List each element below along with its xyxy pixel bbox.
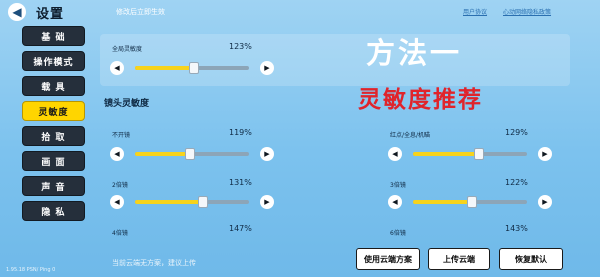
decrease-button[interactable]: ◀ bbox=[110, 195, 124, 209]
triangle-right-icon: ▶ bbox=[542, 198, 548, 206]
slider-value-red-dot: 129% bbox=[505, 128, 528, 137]
upload-cloud-button[interactable]: 上传云端 bbox=[428, 248, 490, 270]
sidebar-item-control-mode[interactable]: 操作模式 bbox=[22, 51, 85, 71]
decrease-button[interactable]: ◀ bbox=[388, 147, 402, 161]
sidebar-item-pickup[interactable]: 拾 取 bbox=[22, 126, 85, 146]
global-sensitivity-value: 123% bbox=[229, 42, 252, 51]
slider-thumb[interactable] bbox=[189, 62, 200, 74]
slider-track[interactable] bbox=[135, 196, 249, 208]
overlay-method-text: 方法一 bbox=[366, 36, 463, 70]
page-subtitle: 修改后立即生效 bbox=[116, 8, 165, 16]
user-agreement-link[interactable]: 用户协议 bbox=[463, 7, 487, 16]
slider-value-no-scope: 119% bbox=[229, 128, 252, 137]
slider-thumb[interactable] bbox=[184, 148, 195, 160]
use-cloud-plan-button[interactable]: 使用云端方案 bbox=[356, 248, 420, 270]
slider-label-6x: 6倍镜 bbox=[390, 230, 406, 237]
slider-track[interactable] bbox=[413, 148, 527, 160]
increase-button[interactable]: ▶ bbox=[260, 147, 274, 161]
slider-fill bbox=[413, 200, 473, 204]
triangle-right-icon: ▶ bbox=[264, 198, 270, 206]
slider-value-6x: 143% bbox=[505, 224, 528, 233]
slider-track[interactable] bbox=[135, 62, 249, 74]
slider-label-4x: 4倍镜 bbox=[112, 230, 128, 237]
triangle-left-icon: ◀ bbox=[114, 150, 120, 158]
section-title: 镜头灵敏度 bbox=[104, 99, 150, 109]
increase-button[interactable]: ▶ bbox=[538, 147, 552, 161]
triangle-left-icon: ◀ bbox=[114, 64, 120, 72]
global-sensitivity-slider[interactable]: ◀ ▶ bbox=[110, 61, 274, 75]
slider-thumb[interactable] bbox=[474, 148, 485, 160]
slider-label-red-dot: 红点/全息/机瞄 bbox=[390, 132, 431, 139]
scope-2x-slider[interactable]: ◀ ▶ bbox=[110, 195, 274, 209]
decrease-button[interactable]: ◀ bbox=[388, 195, 402, 209]
triangle-right-icon: ▶ bbox=[264, 150, 270, 158]
slider-fill bbox=[135, 66, 195, 70]
overlay-recommend-text: 灵敏度推荐 bbox=[358, 87, 483, 113]
slider-value-4x: 147% bbox=[229, 224, 252, 233]
sidebar-item-privacy[interactable]: 隐 私 bbox=[22, 201, 85, 221]
sidebar-item-graphics[interactable]: 画 面 bbox=[22, 151, 85, 171]
global-sensitivity-label: 全局灵敏度 bbox=[112, 46, 143, 53]
slider-fill bbox=[413, 152, 480, 156]
triangle-right-icon: ▶ bbox=[542, 150, 548, 158]
decrease-button[interactable]: ◀ bbox=[110, 147, 124, 161]
no-scope-slider[interactable]: ◀ ▶ bbox=[110, 147, 274, 161]
slider-thumb[interactable] bbox=[198, 196, 209, 208]
sidebar-item-basic[interactable]: 基 础 bbox=[22, 26, 85, 46]
triangle-left-icon: ◀ bbox=[392, 198, 398, 206]
increase-button[interactable]: ▶ bbox=[260, 195, 274, 209]
slider-fill bbox=[135, 200, 204, 204]
page-title: 设置 bbox=[36, 7, 65, 22]
slider-label-no-scope: 不开镜 bbox=[112, 132, 131, 139]
restore-default-button[interactable]: 恢复默认 bbox=[499, 248, 563, 270]
triangle-left-icon: ◀ bbox=[114, 198, 120, 206]
slider-thumb[interactable] bbox=[467, 196, 478, 208]
top-bar: ◀ 设置 修改后立即生效 用户协议 心动网络隐私政策 bbox=[0, 0, 600, 24]
sidebar-item-sensitivity[interactable]: 灵敏度 bbox=[22, 101, 85, 121]
slider-value-3x: 122% bbox=[505, 178, 528, 187]
back-button[interactable]: ◀ bbox=[8, 3, 26, 21]
slider-track[interactable] bbox=[413, 196, 527, 208]
scope-3x-slider[interactable]: ◀ ▶ bbox=[388, 195, 552, 209]
slider-value-2x: 131% bbox=[229, 178, 252, 187]
version-text: 1.95.18 PSN/ Ping 0 bbox=[6, 267, 56, 273]
slider-label-2x: 2倍镜 bbox=[112, 182, 128, 189]
red-dot-slider[interactable]: ◀ ▶ bbox=[388, 147, 552, 161]
sidebar-item-sound[interactable]: 声 音 bbox=[22, 176, 85, 196]
increase-button[interactable]: ▶ bbox=[538, 195, 552, 209]
slider-track[interactable] bbox=[135, 148, 249, 160]
global-sensitivity-panel bbox=[100, 34, 570, 86]
increase-button[interactable]: ▶ bbox=[260, 61, 274, 75]
sidebar-item-vehicle[interactable]: 载 具 bbox=[22, 76, 85, 96]
decrease-button[interactable]: ◀ bbox=[110, 61, 124, 75]
triangle-right-icon: ▶ bbox=[264, 64, 270, 72]
slider-fill bbox=[135, 152, 190, 156]
sidebar: 基 础 操作模式 载 具 灵敏度 拾 取 画 面 声 音 隐 私 bbox=[22, 26, 85, 226]
privacy-policy-link[interactable]: 心动网络隐私政策 bbox=[503, 7, 551, 16]
slider-label-3x: 3倍镜 bbox=[390, 182, 406, 189]
chevron-left-icon: ◀ bbox=[12, 5, 22, 19]
cloud-status-note: 当前云端无方案，建议上传 bbox=[112, 259, 196, 267]
triangle-left-icon: ◀ bbox=[392, 150, 398, 158]
